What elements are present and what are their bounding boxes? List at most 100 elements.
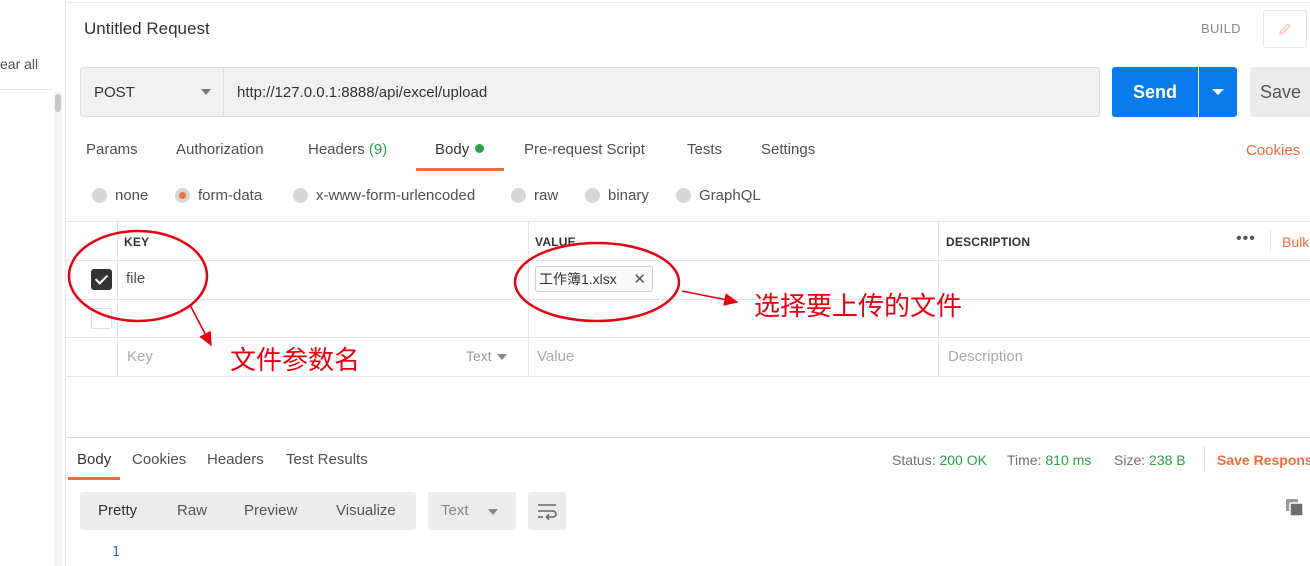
radio-circle (585, 188, 600, 203)
url-input[interactable]: http://127.0.0.1:8888/api/excel/upload (224, 67, 1100, 117)
chevron-down-icon (201, 89, 211, 95)
new-key-input[interactable]: Key (127, 348, 153, 365)
response-divider (66, 437, 1310, 438)
close-icon[interactable]: ✕ (633, 270, 646, 288)
header-divider (1270, 230, 1271, 252)
method-select[interactable]: POST (80, 67, 224, 117)
active-response-tab-indicator (68, 477, 120, 480)
table-column-divider (117, 222, 118, 376)
column-header-value: VALUE (535, 235, 576, 249)
tab-headers[interactable]: Headers (9) (308, 141, 387, 158)
response-format-value: Text (441, 502, 469, 519)
response-tab-cookies[interactable]: Cookies (132, 451, 186, 468)
new-value-input[interactable]: Value (537, 348, 574, 365)
key-type-select[interactable]: Text (466, 348, 507, 364)
selected-file-name: 工作簿1.xlsx (539, 271, 617, 287)
radio-label: x-www-form-urlencoded (316, 187, 476, 204)
radio-circle (676, 188, 691, 203)
send-options-button[interactable] (1199, 67, 1237, 117)
response-meta-divider (1204, 446, 1205, 470)
tab-pre-request-script[interactable]: Pre-request Script (524, 141, 645, 158)
request-tab-strip (66, 0, 1310, 3)
line-number: 1 (112, 545, 120, 560)
radio-label: form-data (198, 187, 263, 204)
response-tab-test-results[interactable]: Test Results (286, 451, 368, 468)
sidebar: ear all (0, 0, 66, 566)
column-header-description: DESCRIPTION (946, 235, 1031, 249)
view-visualize-button[interactable]: Visualize (336, 502, 396, 519)
response-format-select[interactable]: Text (428, 492, 516, 530)
tab-params[interactable]: Params (86, 141, 138, 158)
radio-raw[interactable]: raw (511, 187, 558, 204)
tab-settings[interactable]: Settings (761, 141, 815, 158)
radio-none[interactable]: none (92, 187, 148, 204)
status-value: 200 OK (939, 452, 987, 468)
chevron-down-icon (496, 354, 507, 360)
more-options-icon[interactable]: ••• (1236, 230, 1256, 248)
body-indicator-dot (475, 144, 485, 153)
new-description-input[interactable]: Description (948, 348, 1023, 365)
pencil-icon (1278, 23, 1291, 36)
size-label: Size: (1114, 452, 1146, 468)
build-mode-label[interactable]: BUILD (1201, 21, 1241, 36)
chevron-down-icon (488, 509, 498, 515)
view-raw-button[interactable]: Raw (177, 502, 207, 519)
table-divider (66, 337, 1310, 338)
edit-button[interactable] (1263, 10, 1307, 48)
radio-label: raw (534, 187, 559, 204)
response-tab-body[interactable]: Body (77, 451, 111, 468)
sidebar-scrollbar[interactable] (54, 92, 62, 566)
status-label: Status: (892, 452, 936, 468)
sidebar-scrollbar-thumb[interactable] (55, 94, 61, 112)
time-value: 810 ms (1045, 452, 1092, 468)
radio-binary[interactable]: binary (585, 187, 649, 204)
save-button[interactable]: Save (1250, 67, 1310, 117)
cookies-link[interactable]: Cookies (1246, 142, 1300, 159)
selected-file-chip[interactable]: 工作簿1.xlsx ✕ (535, 266, 653, 292)
tab-headers-label: Headers (308, 141, 365, 158)
bulk-edit-link[interactable]: Bulk (1282, 234, 1309, 250)
table-column-divider (528, 222, 529, 376)
status-readout[interactable]: Status: 200 OK (892, 452, 987, 468)
radio-circle (511, 188, 526, 203)
annotation-file-select: 选择要上传的文件 (754, 292, 963, 322)
active-tab-indicator (416, 168, 504, 171)
headers-count: (9) (368, 141, 388, 158)
radio-graphql[interactable]: GraphQL (676, 187, 761, 204)
clear-all-link[interactable]: ear all (0, 56, 38, 72)
radio-label: binary (608, 187, 649, 204)
response-tab-headers[interactable]: Headers (207, 451, 264, 468)
send-button[interactable]: Send (1112, 67, 1198, 117)
radio-x-www-form-urlencoded[interactable]: x-www-form-urlencoded (293, 187, 475, 204)
param-key-cell[interactable]: file (126, 270, 145, 287)
request-title[interactable]: Untitled Request (84, 19, 210, 39)
table-divider (66, 299, 1310, 300)
time-label: Time: (1007, 452, 1042, 468)
row-enabled-checkbox[interactable] (91, 269, 112, 290)
save-response-button[interactable]: Save Respons (1217, 452, 1310, 468)
view-mode-group: Pretty Raw Preview Visualize (80, 492, 416, 530)
tab-authorization[interactable]: Authorization (176, 141, 264, 158)
tab-tests[interactable]: Tests (687, 141, 722, 158)
tab-body-label: Body (435, 141, 470, 158)
method-value: POST (94, 83, 135, 101)
time-readout[interactable]: Time: 810 ms (1007, 452, 1091, 468)
table-divider (66, 260, 1310, 261)
size-readout[interactable]: Size: 238 B (1114, 452, 1186, 468)
annotation-param-name: 文件参数名 (230, 346, 361, 376)
radio-form-data[interactable]: form-data (175, 187, 262, 204)
tab-body[interactable]: Body (435, 141, 485, 158)
sidebar-divider (0, 89, 52, 90)
row-enabled-checkbox[interactable] (91, 308, 112, 329)
url-value: http://127.0.0.1:8888/api/excel/upload (237, 83, 488, 101)
radio-label: none (115, 187, 149, 204)
view-preview-button[interactable]: Preview (244, 502, 297, 519)
wrap-lines-button[interactable] (528, 492, 566, 530)
radio-circle-selected (175, 188, 190, 203)
view-pretty-button[interactable]: Pretty (98, 502, 137, 519)
size-value: 238 B (1149, 452, 1186, 468)
radio-circle (293, 188, 308, 203)
copy-icon[interactable] (1285, 498, 1305, 518)
wrap-lines-icon (538, 504, 557, 520)
key-type-value: Text (466, 348, 492, 364)
